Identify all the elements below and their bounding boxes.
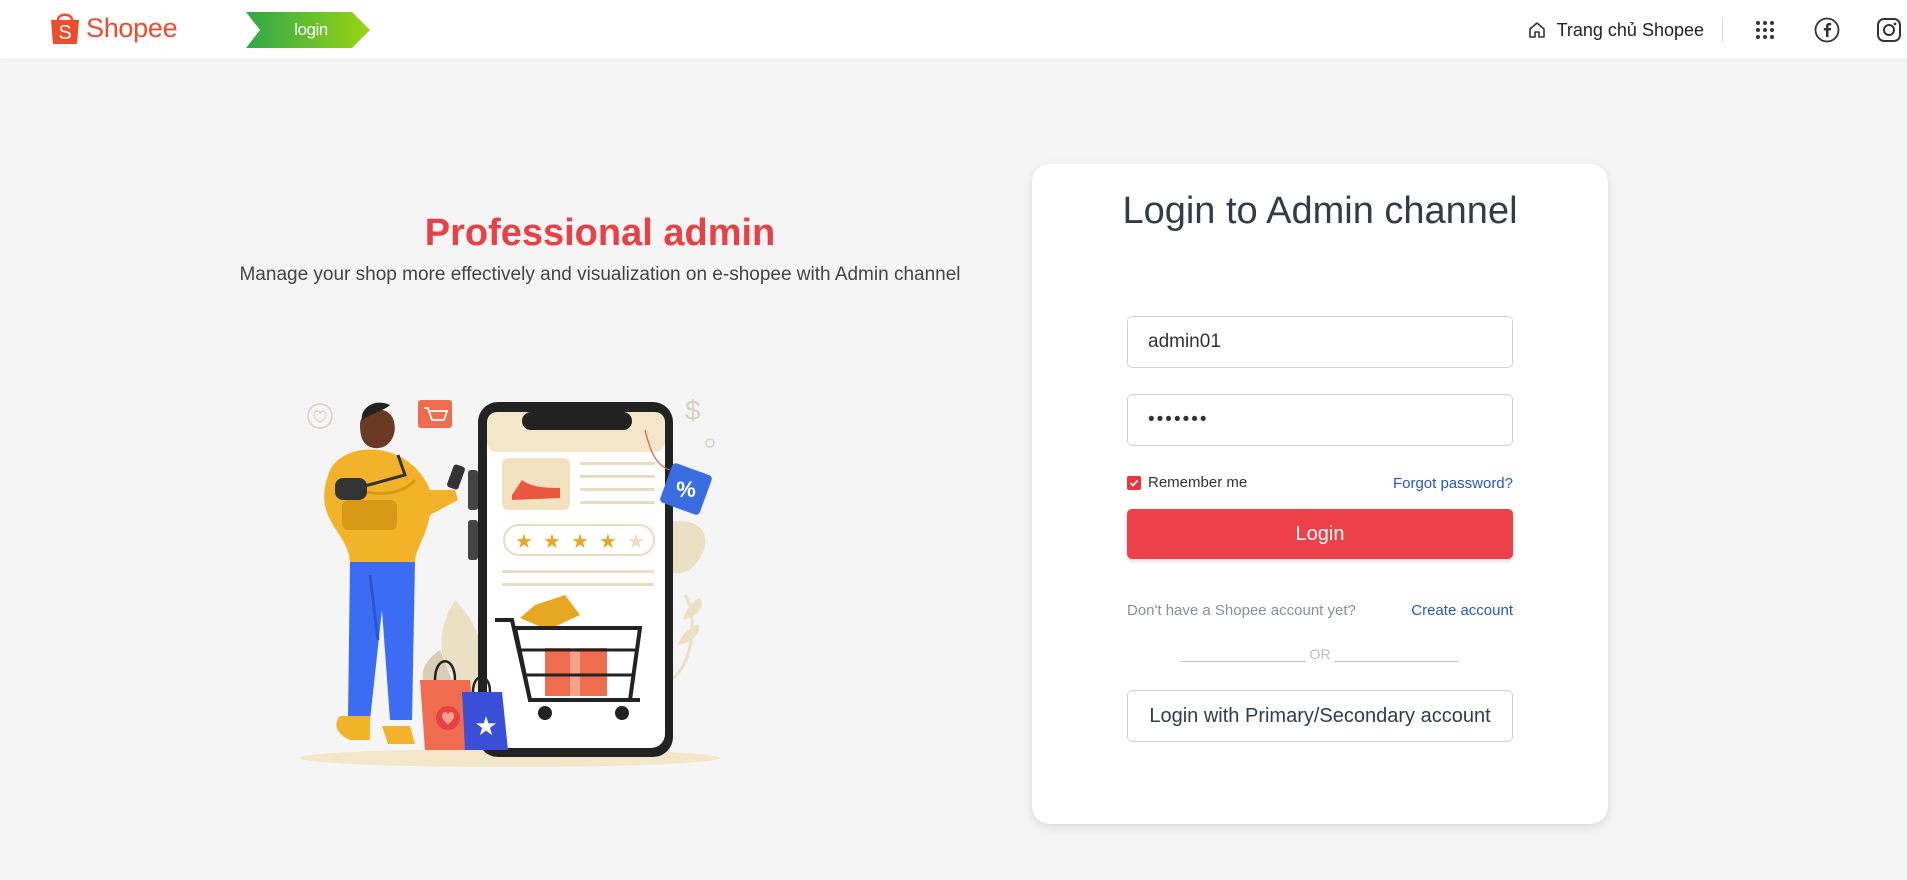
- shopping-illustration: $ ★ ★ ★ ★ ★ % ★: [300, 395, 720, 767]
- nav-divider: [1722, 18, 1723, 42]
- no-account-text: Don't have a Shopee account yet?: [1127, 602, 1356, 619]
- hero-subtitle: Manage your shop more effectively and vi…: [239, 264, 961, 285]
- alt-login-button[interactable]: Login with Primary/Secondary account: [1127, 690, 1513, 742]
- login-button[interactable]: Login: [1127, 509, 1513, 559]
- hero-title: Professional admin: [424, 212, 776, 254]
- login-card-title: Login to Admin channel: [1122, 190, 1518, 232]
- svg-text:★: ★: [627, 529, 645, 553]
- svg-text:★: ★: [474, 712, 497, 742]
- remember-me-label: Remember me: [1148, 474, 1248, 491]
- svg-text:★: ★: [571, 529, 589, 553]
- home-link[interactable]: Trang chủ Shopee: [1527, 20, 1704, 41]
- facebook-icon[interactable]: [1813, 16, 1841, 44]
- svg-text:S: S: [58, 22, 71, 44]
- username-input[interactable]: [1127, 316, 1513, 368]
- svg-text:%: %: [676, 477, 696, 502]
- svg-text:$: $: [685, 395, 701, 426]
- svg-text:★: ★: [543, 529, 561, 553]
- svg-text:★: ★: [515, 529, 533, 553]
- create-account-link[interactable]: Create account: [1411, 602, 1513, 619]
- instagram-icon[interactable]: [1875, 16, 1903, 44]
- home-icon: [1528, 22, 1545, 38]
- apps-grid-icon[interactable]: [1751, 16, 1779, 44]
- login-card: Login to Admin channel Remember me Forgo…: [1032, 164, 1608, 824]
- login-tag-label: login: [294, 20, 328, 39]
- login-tag-button[interactable]: login: [246, 12, 370, 48]
- shopee-logo[interactable]: S Shopee: [48, 10, 178, 46]
- or-divider: ________________ OR ________________: [1181, 646, 1459, 662]
- forgot-password-link[interactable]: Forgot password?: [1393, 475, 1513, 492]
- password-input[interactable]: [1127, 394, 1513, 446]
- checkbox-checked-icon: [1127, 475, 1141, 490]
- brand-name: Shopee: [86, 12, 178, 43]
- shopee-bag-icon: S: [48, 10, 82, 46]
- svg-text:★: ★: [599, 529, 617, 553]
- home-link-label: Trang chủ Shopee: [1556, 19, 1704, 40]
- remember-me-checkbox[interactable]: Remember me: [1127, 474, 1247, 491]
- top-header: S Shopee login Trang chủ Shopee: [0, 0, 1907, 60]
- header-nav: Trang chủ Shopee: [1527, 0, 1907, 60]
